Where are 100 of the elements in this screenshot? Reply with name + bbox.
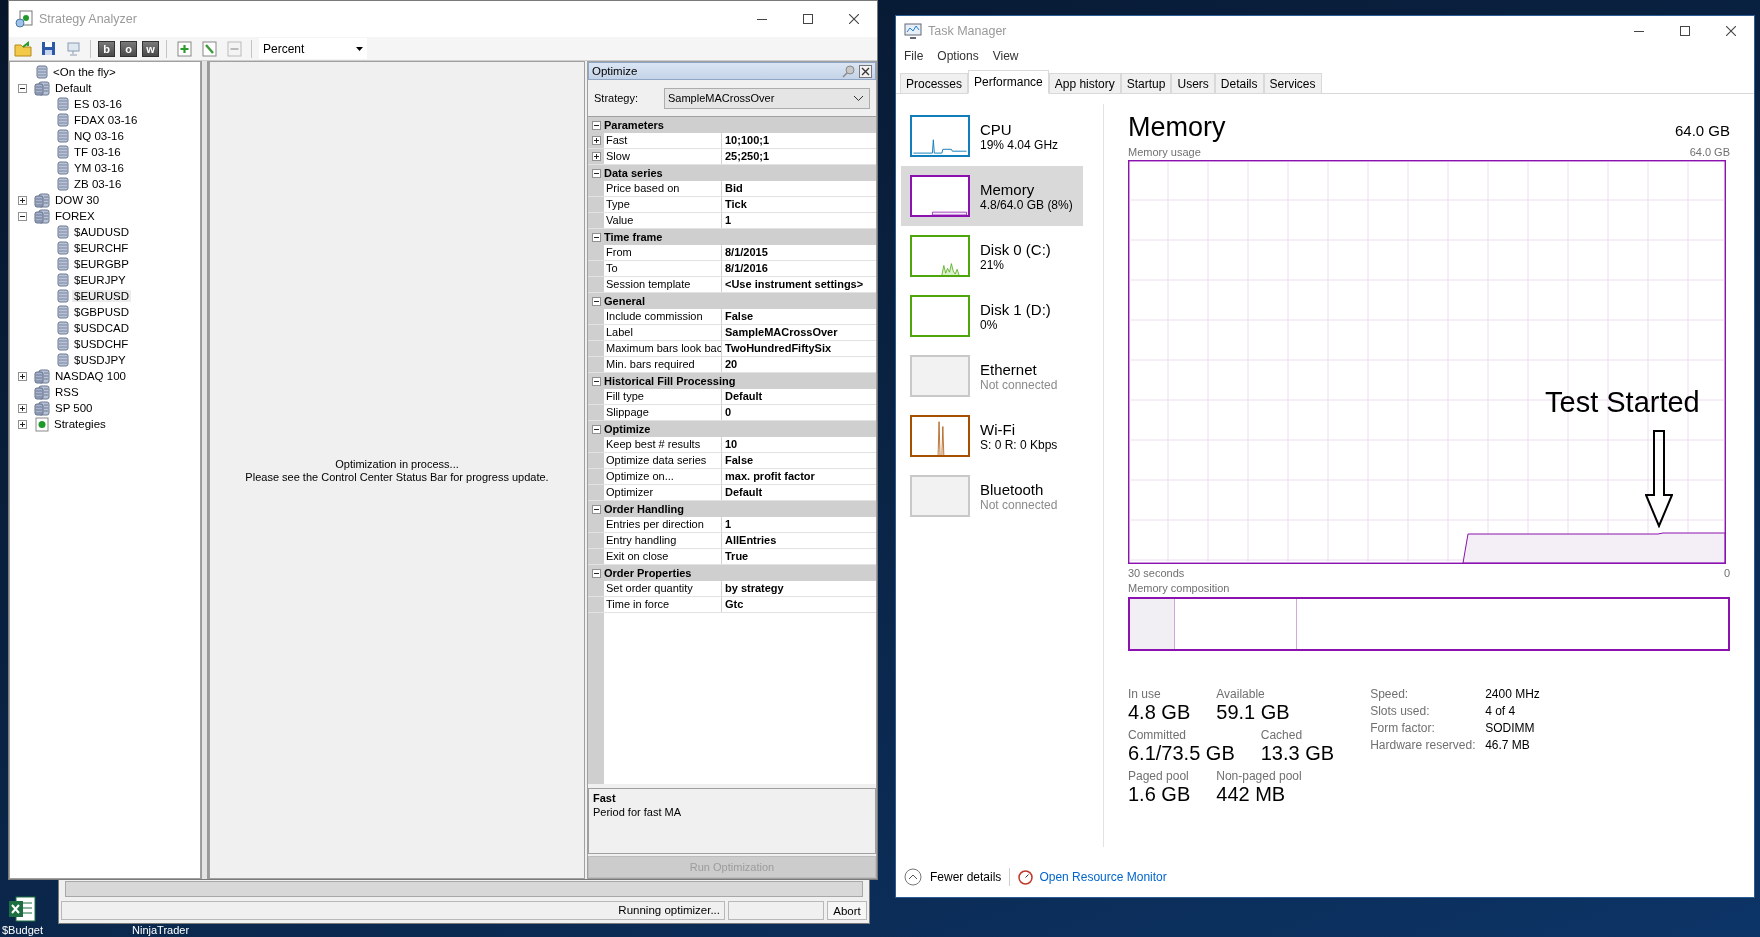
property-value[interactable]: 10 bbox=[722, 437, 876, 452]
tree-item[interactable]: $EURCHF bbox=[72, 242, 131, 254]
property-value[interactable]: by strategy bbox=[722, 581, 876, 596]
resource-item[interactable]: Bluetooth Not connected bbox=[901, 466, 1083, 526]
property-value[interactable]: 25;250;1 bbox=[722, 149, 876, 164]
status-text: Please see the Control Center Status Bar for progress update. bbox=[245, 470, 549, 483]
resource-item[interactable]: Wi-Fi S: 0 R: 0 Kbps bbox=[901, 406, 1083, 466]
expand-toggle[interactable] bbox=[18, 419, 27, 429]
collapse-toggle[interactable] bbox=[591, 504, 601, 514]
tree-item[interactable]: TF 03-16 bbox=[72, 146, 123, 158]
tab[interactable]: Performance bbox=[968, 70, 1049, 94]
property-name: Slippage bbox=[604, 405, 722, 420]
property-value[interactable]: Bid bbox=[722, 181, 876, 196]
expand-toggle[interactable] bbox=[18, 403, 27, 413]
tree-item[interactable]: SP 500 bbox=[53, 402, 95, 414]
tree-item[interactable]: $USDCHF bbox=[72, 338, 131, 350]
edit-button[interactable] bbox=[199, 38, 219, 59]
tree-item[interactable]: <On the fly> bbox=[51, 66, 118, 78]
property-value[interactable]: False bbox=[722, 309, 876, 324]
tree-item[interactable]: RSS bbox=[53, 386, 81, 398]
tree-item[interactable]: NASDAQ 100 bbox=[53, 370, 128, 382]
tree-item[interactable]: $GBPUSD bbox=[72, 306, 131, 318]
close-icon[interactable] bbox=[859, 64, 872, 78]
tree-item[interactable]: $EURGBP bbox=[72, 258, 131, 270]
resource-item[interactable]: Disk 0 (C:) 21% bbox=[901, 226, 1083, 286]
toolbar-letter-button[interactable]: w bbox=[142, 40, 159, 57]
fewer-details-button[interactable]: Fewer details bbox=[904, 868, 1002, 886]
tree-item[interactable]: FDAX 03-16 bbox=[72, 114, 140, 126]
property-name: Optimize on... bbox=[604, 469, 722, 484]
collapse-toggle[interactable] bbox=[591, 424, 601, 434]
tree-item[interactable]: ZB 03-16 bbox=[72, 178, 124, 190]
tree-item[interactable]: $AUDUSD bbox=[72, 226, 131, 238]
tree-item[interactable]: YM 03-16 bbox=[72, 162, 126, 174]
tab[interactable]: App history bbox=[1048, 73, 1121, 94]
tab[interactable]: Details bbox=[1214, 73, 1264, 94]
expand-toggle[interactable] bbox=[591, 152, 601, 161]
expand-toggle[interactable] bbox=[18, 371, 27, 381]
collapse-toggle[interactable] bbox=[591, 376, 601, 386]
property-value[interactable]: AllEntries bbox=[722, 533, 876, 548]
collapse-toggle[interactable] bbox=[591, 168, 601, 178]
desktop-icon-label[interactable]: $Budget bbox=[2, 924, 43, 936]
property-value[interactable]: SampleMACrossOver bbox=[722, 325, 876, 340]
property-value[interactable]: 10;100;1 bbox=[722, 133, 876, 148]
tab[interactable]: Startup bbox=[1120, 73, 1172, 94]
desktop-icon-label[interactable]: NinjaTrader bbox=[132, 924, 190, 936]
resource-item[interactable]: CPU 19% 4.04 GHz bbox=[901, 106, 1083, 166]
resource-item[interactable]: Memory 4.8/64.0 GB (8%) bbox=[901, 166, 1083, 226]
property-value[interactable]: Gtc bbox=[722, 597, 876, 612]
open-button[interactable] bbox=[13, 38, 33, 59]
collapse-toggle[interactable] bbox=[591, 120, 601, 130]
property-name: Min. bars required bbox=[604, 357, 722, 372]
property-value[interactable]: False bbox=[722, 453, 876, 468]
collapse-toggle[interactable] bbox=[18, 211, 27, 221]
menu-item[interactable]: Options bbox=[937, 49, 979, 63]
collapse-toggle[interactable] bbox=[591, 568, 601, 578]
menu-item[interactable]: View bbox=[992, 49, 1019, 63]
property-value[interactable]: Default bbox=[722, 485, 876, 500]
tab[interactable]: Users bbox=[1171, 73, 1215, 94]
tree-item[interactable]: DOW 30 bbox=[53, 194, 102, 206]
property-value[interactable]: 1 bbox=[722, 213, 876, 228]
resource-item[interactable]: Ethernet Not connected bbox=[901, 346, 1083, 406]
property-value[interactable]: max. profit factor bbox=[722, 469, 876, 484]
collapse-toggle[interactable] bbox=[591, 296, 601, 306]
tree-item[interactable]: ES 03-16 bbox=[72, 98, 124, 110]
tree-item[interactable]: Strategies bbox=[52, 418, 108, 430]
toolbar-letter-button[interactable]: b bbox=[98, 40, 115, 57]
property-value[interactable]: 1 bbox=[722, 517, 876, 532]
menu-item[interactable]: File bbox=[904, 49, 924, 63]
database-stack-icon bbox=[34, 368, 50, 384]
property-value[interactable]: 8/1/2015 bbox=[722, 245, 876, 260]
splitter-handle[interactable] bbox=[201, 61, 209, 879]
tab[interactable]: Processes bbox=[900, 73, 969, 94]
property-value[interactable]: <Use instrument settings> bbox=[722, 277, 876, 292]
tree-item[interactable]: $USDJPY bbox=[72, 354, 128, 366]
expand-toggle[interactable] bbox=[18, 195, 27, 205]
period-dropdown[interactable]: Percent bbox=[259, 38, 367, 59]
tree-item[interactable]: $EURJPY bbox=[72, 274, 128, 286]
tab[interactable]: Services bbox=[1263, 73, 1322, 94]
abort-button[interactable]: Abort bbox=[827, 901, 867, 920]
tree-item[interactable]: Default bbox=[53, 82, 94, 94]
plus-icon bbox=[20, 373, 25, 379]
property-value[interactable]: 20 bbox=[722, 357, 876, 372]
toolbar-letter-button[interactable]: o bbox=[120, 40, 137, 57]
resource-item[interactable]: Disk 1 (D:) 0% bbox=[901, 286, 1083, 346]
property-value[interactable]: 8/1/2016 bbox=[722, 261, 876, 276]
property-value[interactable]: True bbox=[722, 549, 876, 564]
tree-item[interactable]: FOREX bbox=[53, 210, 97, 222]
tree-item[interactable]: NQ 03-16 bbox=[72, 130, 126, 142]
strategy-select[interactable]: SampleMACrossOver bbox=[664, 87, 870, 109]
property-value[interactable]: TwoHundredFiftySix bbox=[722, 341, 876, 356]
resource-monitor-link[interactable]: Open Resource Monitor bbox=[1018, 869, 1167, 885]
collapse-toggle[interactable] bbox=[18, 83, 27, 93]
property-value[interactable]: 0 bbox=[722, 405, 876, 420]
expand-toggle[interactable] bbox=[591, 136, 601, 145]
collapse-toggle[interactable] bbox=[591, 232, 601, 242]
property-value[interactable]: Default bbox=[722, 389, 876, 404]
tree-item[interactable]: $USDCAD bbox=[72, 322, 131, 334]
add-button[interactable] bbox=[174, 38, 194, 59]
property-value[interactable]: Tick bbox=[722, 197, 876, 212]
tree-item[interactable]: $EURUSD bbox=[72, 290, 131, 302]
